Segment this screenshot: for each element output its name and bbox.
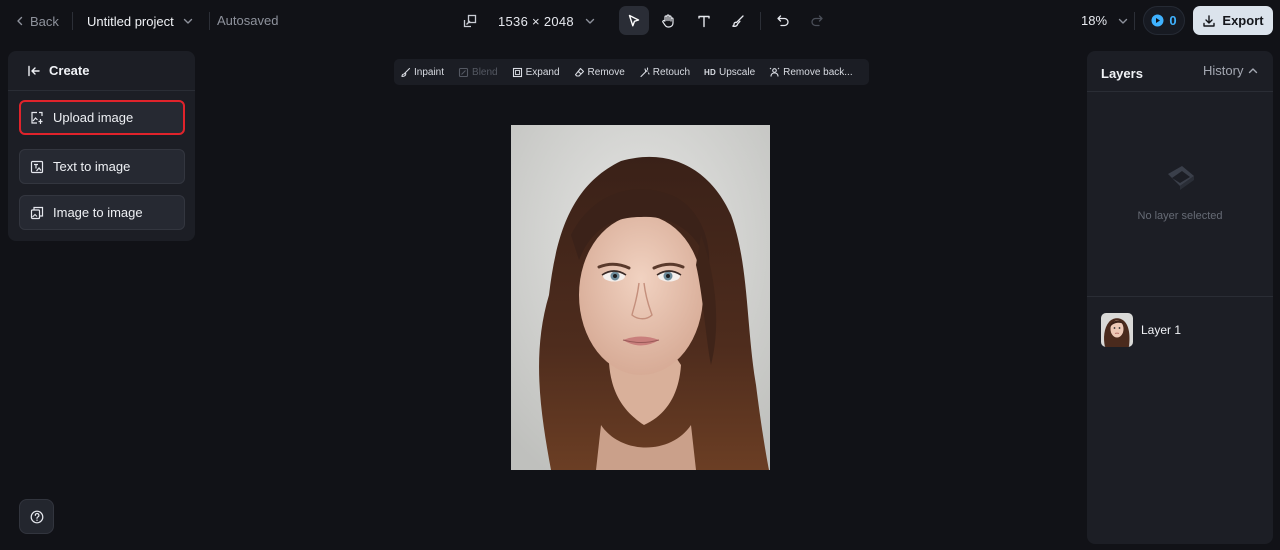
redo-button[interactable] (802, 6, 832, 35)
brush-tool-button[interactable] (723, 6, 753, 35)
redo-icon (809, 13, 825, 29)
inpaint-icon (400, 67, 411, 78)
expand-button[interactable]: Expand (512, 67, 560, 78)
layer-item[interactable]: Layer 1 (1101, 313, 1261, 347)
create-panel: Create Upload image Text to image Image … (8, 51, 195, 241)
resize-icon[interactable] (462, 13, 478, 29)
empty-layer-state: No layer selected (1087, 162, 1273, 232)
back-button[interactable]: Back (14, 11, 59, 31)
chevron-down-icon (182, 15, 194, 27)
blend-button[interactable]: Blend (458, 67, 498, 78)
layer-name: Layer 1 (1141, 323, 1182, 337)
expand-label: Expand (525, 66, 560, 78)
chevron-down-icon[interactable] (584, 15, 596, 27)
help-icon (30, 510, 44, 524)
top-bar: Back Untitled project Autosaved 1536 × 2… (0, 0, 1280, 42)
blend-label: Blend (472, 66, 498, 78)
remove-button[interactable]: Remove (574, 67, 625, 78)
retouch-button[interactable]: Retouch (639, 67, 690, 78)
upscale-button[interactable]: HD Upscale (704, 67, 755, 78)
remove-background-label: Remove back... (783, 66, 853, 78)
credits-count: 0 (1169, 13, 1177, 28)
image-to-image-label: Image to image (53, 205, 143, 220)
retouch-icon (639, 66, 650, 78)
layers-title[interactable]: Layers (1101, 66, 1143, 81)
create-panel-title: Create (49, 63, 90, 78)
no-layer-text: No layer selected (1137, 210, 1223, 222)
collapse-left-icon (27, 64, 41, 78)
play-coin-icon (1151, 14, 1164, 27)
text-tool-button[interactable] (689, 6, 719, 35)
zoom-control[interactable]: 18% (1081, 13, 1129, 28)
expand-icon (512, 67, 523, 78)
edit-toolbar: Inpaint Blend Expand Remove Retouch HD U… (394, 59, 869, 85)
divider (1087, 296, 1273, 297)
divider (760, 12, 761, 30)
project-title: Untitled project (87, 13, 174, 29)
canvas-size-control[interactable]: 1536 × 2048 (462, 9, 596, 33)
zoom-level: 18% (1081, 13, 1108, 28)
text-to-image-label: Text to image (53, 159, 131, 174)
canvas-size[interactable]: 1536 × 2048 (498, 14, 574, 29)
eraser-icon (574, 67, 585, 78)
chevron-down-icon (1117, 15, 1129, 27)
text-to-image-button[interactable]: Text to image (19, 149, 185, 184)
text-icon (696, 13, 712, 29)
project-title-menu[interactable]: Untitled project (87, 11, 194, 31)
chevron-left-icon (14, 15, 26, 27)
layers-panel-header: Layers History (1087, 51, 1273, 92)
export-label: Export (1222, 13, 1264, 28)
undo-button[interactable] (768, 6, 798, 35)
divider (209, 12, 210, 30)
back-label: Back (30, 13, 59, 29)
history-label: History (1203, 63, 1244, 78)
history-toggle[interactable]: History (1203, 63, 1259, 78)
export-button[interactable]: Export (1193, 6, 1273, 35)
blend-icon (458, 67, 469, 78)
remove-background-icon (769, 67, 780, 78)
layers-panel: Layers History No layer selected Layer 1 (1087, 51, 1273, 544)
inpaint-button[interactable]: Inpaint (400, 67, 444, 78)
remove-background-button[interactable]: Remove back... (769, 66, 853, 78)
hd-badge: HD (704, 67, 716, 77)
credits-button[interactable]: 0 (1143, 6, 1185, 35)
download-icon (1202, 14, 1216, 28)
brush-icon (730, 13, 746, 29)
divider (1134, 12, 1135, 30)
layer-placeholder-icon (1160, 162, 1200, 196)
create-panel-header[interactable]: Create (8, 51, 195, 91)
remove-label: Remove (587, 66, 625, 78)
undo-icon (775, 13, 791, 29)
autosave-status: Autosaved (217, 13, 279, 28)
hand-tool-button[interactable] (653, 6, 683, 35)
upload-image-icon (30, 111, 44, 125)
select-tool-button[interactable] (619, 6, 649, 35)
canvas-image[interactable] (511, 125, 770, 470)
layer-thumbnail (1101, 313, 1133, 347)
upload-image-label: Upload image (53, 110, 134, 125)
inpaint-label: Inpaint (414, 66, 445, 78)
image-to-image-button[interactable]: Image to image (19, 195, 185, 230)
retouch-label: Retouch (652, 66, 691, 78)
chevron-up-icon (1247, 65, 1259, 77)
upload-image-button[interactable]: Upload image (19, 100, 185, 135)
cursor-arrow-icon (626, 13, 642, 29)
image-to-image-icon (30, 206, 44, 220)
divider (72, 12, 73, 30)
hand-icon (660, 13, 676, 29)
help-button[interactable] (19, 499, 54, 534)
upscale-label: Upscale (719, 66, 756, 78)
text-to-image-icon (30, 160, 44, 174)
